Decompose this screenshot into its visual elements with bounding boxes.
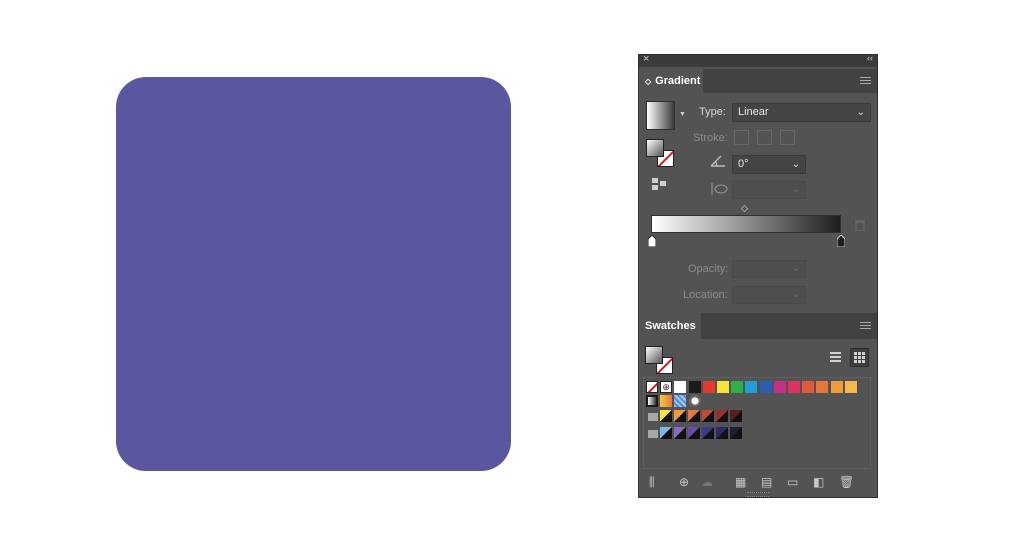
gradient-tab-row: ◇ Gradient (639, 69, 877, 93)
gradient-swatches-panel: × ‹‹ ◇ Gradient ▼ Type: Linear ⌄ Stroke: (638, 53, 878, 498)
color-swatch[interactable] (830, 381, 843, 393)
swatch-options-icon[interactable]: ▤ (761, 475, 772, 489)
swatch-group (660, 410, 760, 424)
tab-options-arrows-icon[interactable]: ◇ (645, 77, 651, 86)
stroke-across-button[interactable] (780, 130, 795, 145)
type-value: Linear (738, 106, 769, 118)
chevron-down-icon: ⌄ (856, 107, 865, 118)
color-swatch[interactable] (674, 381, 687, 393)
color-swatch[interactable] (759, 381, 772, 393)
cloud-icon[interactable]: ☁ (701, 475, 713, 489)
angle-value: 0° (738, 158, 749, 170)
color-swatch[interactable] (688, 410, 700, 422)
grid-view-button[interactable] (850, 348, 869, 367)
fill-swatch-icon (646, 139, 664, 157)
list-view-button[interactable] (826, 348, 845, 367)
gradient-thumbnail[interactable] (646, 101, 675, 130)
location-input[interactable]: ⌄ (732, 286, 806, 304)
resize-grip[interactable] (747, 492, 769, 497)
chevron-down-icon: ⌄ (791, 184, 800, 195)
color-swatch[interactable] (646, 395, 658, 407)
tab-swatches[interactable]: Swatches (639, 313, 701, 339)
none-swatch[interactable] (646, 381, 658, 393)
gradient-stop-white[interactable] (648, 235, 656, 247)
color-swatch[interactable] (731, 381, 744, 393)
opacity-input[interactable]: ⌄ (732, 260, 806, 278)
tab-gradient[interactable]: ◇ Gradient (639, 69, 703, 93)
color-swatch[interactable] (730, 427, 742, 439)
collapse-panel-button[interactable]: ‹‹ (867, 53, 873, 63)
color-swatch[interactable] (688, 381, 701, 393)
color-swatch[interactable] (688, 427, 700, 439)
stroke-within-button[interactable] (734, 130, 749, 145)
color-swatch[interactable] (660, 395, 673, 407)
color-swatch[interactable] (674, 427, 686, 439)
color-swatch[interactable] (802, 381, 815, 393)
close-panel-button[interactable]: × (643, 53, 649, 65)
color-swatch[interactable] (702, 427, 714, 439)
fill-swatch-icon (645, 346, 663, 364)
gradient-thumbnail-dropdown-icon[interactable]: ▼ (679, 111, 686, 118)
color-swatch[interactable] (788, 381, 800, 393)
location-label: Location: (683, 289, 728, 301)
color-swatch[interactable] (688, 395, 701, 407)
add-to-library-icon[interactable]: ⊕ (679, 475, 689, 489)
color-swatch[interactable] (816, 381, 829, 393)
color-swatch[interactable] (660, 410, 672, 422)
color-swatch[interactable] (745, 381, 758, 393)
chevron-down-icon: ⌄ (791, 263, 800, 274)
color-swatch[interactable] (773, 381, 786, 393)
rounded-rectangle-artwork[interactable] (116, 77, 511, 471)
folder-icon (648, 430, 658, 438)
panel-title-bar[interactable]: × ‹‹ (639, 53, 877, 67)
color-swatch[interactable] (716, 427, 728, 439)
swatch-libraries-icon[interactable]: ⫼ (649, 475, 655, 490)
delete-swatch-icon[interactable]: 🗑 (839, 475, 854, 489)
swatches-fill-stroke-proxy[interactable] (645, 346, 675, 376)
swatches-tab-row: Swatches (639, 313, 877, 339)
aspect-ratio-input[interactable]: ⌄ (732, 181, 806, 199)
gradient-slider[interactable] (651, 215, 841, 233)
stroke-along-button[interactable] (757, 130, 772, 145)
swatch-group (660, 427, 760, 441)
gradient-stop-black[interactable] (837, 235, 845, 247)
chevron-down-icon: ⌄ (791, 159, 800, 170)
type-label: Type: (699, 106, 726, 118)
panel-menu-icon[interactable] (860, 77, 871, 85)
stroke-label: Stroke: (693, 132, 728, 144)
delete-stop-icon[interactable] (855, 219, 865, 231)
swatch-row: ⊕ (646, 381, 866, 395)
folder-icon (648, 413, 658, 421)
type-select[interactable]: Linear ⌄ (732, 103, 871, 122)
midpoint-diamond-icon[interactable]: ◇ (741, 203, 748, 214)
new-color-group-icon[interactable]: ▭ (787, 475, 798, 489)
color-swatch[interactable] (702, 410, 714, 422)
color-swatch[interactable] (730, 410, 742, 422)
panel-menu-icon[interactable] (860, 322, 871, 330)
fill-stroke-proxy[interactable] (646, 139, 676, 169)
color-swatch[interactable] (702, 381, 715, 393)
color-swatch[interactable] (717, 381, 729, 393)
swatch-row (646, 395, 866, 409)
angle-icon (710, 155, 725, 167)
angle-input[interactable]: 0° ⌄ (732, 155, 806, 174)
show-swatch-kinds-icon[interactable]: ▦ (735, 475, 746, 489)
color-swatch[interactable] (716, 410, 728, 422)
color-swatch[interactable] (844, 381, 857, 393)
color-swatch[interactable] (660, 427, 672, 439)
gradient-tab-label: Gradient (655, 75, 701, 87)
aspect-ratio-icon (711, 183, 728, 195)
reverse-gradient-icon[interactable] (652, 178, 668, 192)
registration-swatch[interactable]: ⊕ (660, 381, 673, 393)
swatch-grid: ⊕ (643, 377, 871, 469)
color-swatch[interactable] (674, 410, 686, 422)
chevron-down-icon: ⌄ (791, 289, 800, 300)
color-swatch[interactable] (674, 395, 687, 407)
opacity-label: Opacity: (688, 263, 729, 275)
new-swatch-icon[interactable]: ◧ (813, 475, 824, 489)
